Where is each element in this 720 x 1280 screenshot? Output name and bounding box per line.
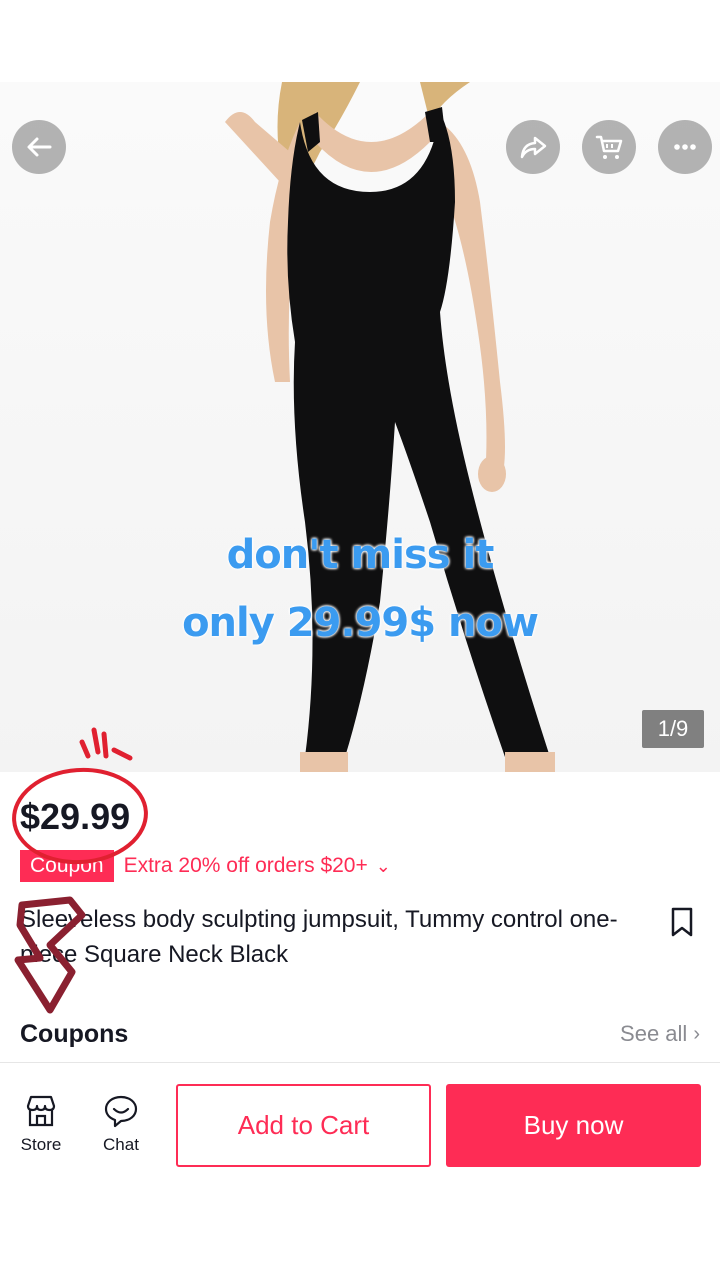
chevron-down-icon: ⌄ xyxy=(375,855,391,876)
cart-icon xyxy=(595,135,623,159)
see-all-link[interactable]: See all › xyxy=(620,1021,700,1047)
more-button[interactable] xyxy=(658,120,712,174)
overlay-caption-line2: only 29.99$ now xyxy=(182,600,539,646)
chat-icon xyxy=(104,1095,138,1128)
buy-now-button[interactable]: Buy now xyxy=(446,1084,701,1167)
store-label: Store xyxy=(20,1135,62,1154)
product-image-carousel[interactable]: don't miss it only 29.99$ now 1/9 xyxy=(0,82,720,772)
more-icon xyxy=(674,144,696,150)
coupons-label: Coupons xyxy=(20,1019,129,1048)
share-icon xyxy=(520,136,547,159)
overlay-caption-line1: don't miss it xyxy=(226,532,495,578)
product-title: Sleeveless body sculpting jumpsuit, Tumm… xyxy=(20,906,618,968)
chat-button[interactable]: Chat xyxy=(91,1093,151,1155)
store-button[interactable]: Store xyxy=(11,1093,71,1155)
coupons-section-header[interactable]: Coupons See all › xyxy=(20,1014,700,1054)
product-price: $29.99 xyxy=(20,796,131,837)
chevron-right-icon: › xyxy=(693,1022,700,1045)
coupon-row[interactable]: Coupon Extra 20% off orders $20+ ⌄ xyxy=(20,850,391,882)
see-all-label: See all xyxy=(620,1021,688,1046)
coupon-tag: Coupon xyxy=(20,850,114,882)
store-icon xyxy=(26,1095,56,1127)
bookmark-icon[interactable] xyxy=(668,906,696,938)
back-arrow-icon xyxy=(27,137,52,157)
product-page: don't miss it only 29.99$ now 1/9 $29.99… xyxy=(0,0,720,1280)
share-button[interactable] xyxy=(506,120,560,174)
image-counter: 1/9 xyxy=(642,710,704,748)
product-photo xyxy=(225,82,555,772)
chat-label: Chat xyxy=(103,1135,139,1154)
coupon-text: Extra 20% off orders $20+ xyxy=(123,854,368,877)
back-button[interactable] xyxy=(12,120,66,174)
cart-button[interactable] xyxy=(582,120,636,174)
bottom-action-bar: Store Chat Add to Cart Buy now xyxy=(0,1063,720,1183)
add-to-cart-button[interactable]: Add to Cart xyxy=(176,1084,431,1167)
